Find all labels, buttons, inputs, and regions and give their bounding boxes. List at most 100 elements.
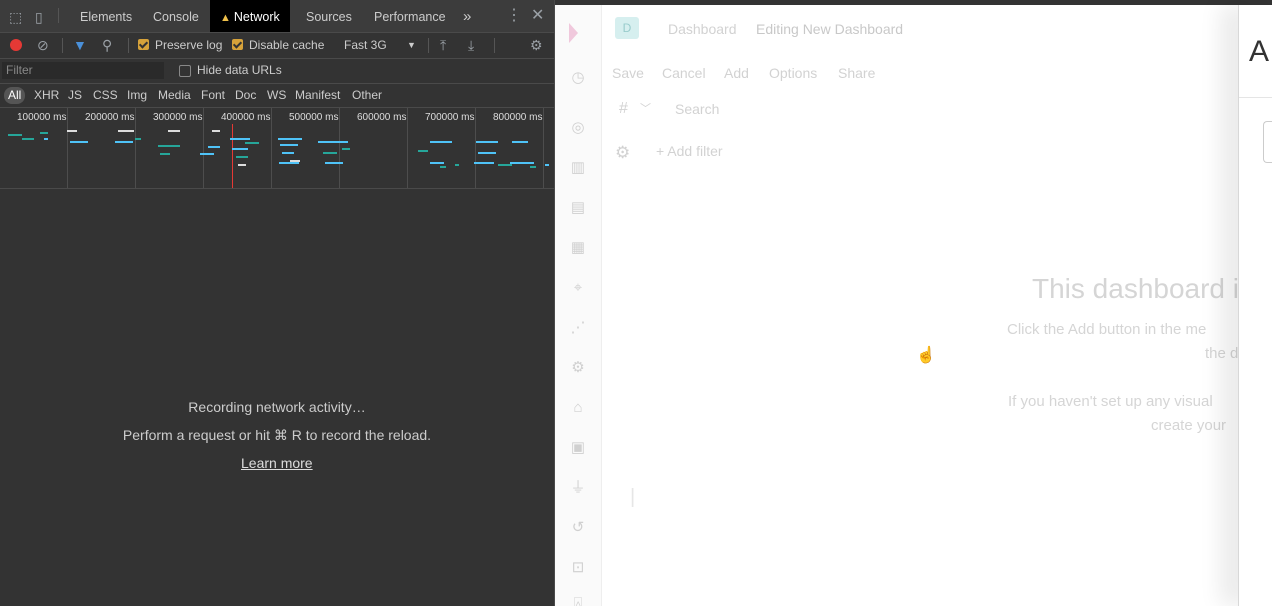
close-icon[interactable]: ✕ (531, 8, 544, 24)
monitoring-icon[interactable]: ⍓ (568, 595, 588, 606)
disable-cache-checkbox[interactable] (232, 39, 243, 50)
breadcrumb-dashboard[interactable]: Dashboard (668, 21, 737, 37)
share-button[interactable]: Share (838, 65, 875, 81)
type-img[interactable]: Img (125, 87, 149, 104)
visualize-icon[interactable]: ▥ (568, 159, 588, 177)
dev-tools-icon[interactable]: ↺ (568, 519, 588, 537)
apm-icon[interactable]: ▣ (568, 439, 588, 457)
import-har-icon[interactable]: ⤒ (440, 37, 446, 53)
uptime-icon[interactable]: ⏚ (568, 479, 588, 497)
record-icon[interactable] (10, 39, 22, 51)
discover-compass-icon[interactable]: ◎ (568, 119, 588, 137)
export-har-icon[interactable]: ⤓ (468, 37, 474, 53)
timeline-tick-label: 400000 ms (221, 112, 271, 123)
divider (494, 38, 495, 53)
timeline-request-bar (22, 138, 34, 140)
reload-hint-text: Perform a request or hit ⌘ R to record t… (122, 427, 432, 443)
timeline-request-bar (158, 145, 180, 147)
space-avatar[interactable]: D (615, 17, 639, 39)
timeline-tick-label: 200000 ms (85, 112, 135, 123)
add-panel-button[interactable]: Add (724, 65, 749, 81)
type-all[interactable]: All (4, 87, 26, 104)
ml-icon[interactable]: ⋰ (568, 319, 588, 337)
gear-icon[interactable]: ⚙ (615, 143, 630, 163)
tab-sources[interactable]: Sources (296, 0, 362, 32)
type-media[interactable]: Media (156, 87, 193, 104)
flyout-title: A (1249, 35, 1270, 68)
timeline-request-bar (8, 134, 22, 136)
timeline-request-bar (135, 138, 141, 140)
tab-console[interactable]: Console (143, 0, 209, 32)
tab-elements[interactable]: Elements (70, 0, 142, 32)
timeline-request-bar (160, 153, 170, 155)
timeline-request-bar (44, 138, 48, 140)
timeline-gridline (543, 108, 544, 188)
query-language-icon[interactable]: # (619, 100, 628, 118)
timeline-request-bar (512, 141, 528, 143)
chevron-down-icon[interactable]: ▼ (407, 40, 416, 50)
search-icon[interactable]: ⚲ (102, 37, 112, 53)
type-css[interactable]: CSS (91, 87, 120, 104)
timeline-request-bar (440, 166, 446, 168)
type-js[interactable]: JS (66, 87, 84, 104)
kebab-menu-icon[interactable]: ⋮ (506, 8, 522, 24)
type-other[interactable]: Other (350, 87, 384, 104)
timeline-tick-label: 300000 ms (153, 112, 203, 123)
flyout-search-field[interactable] (1263, 121, 1272, 163)
timeline-request-bar (236, 156, 248, 158)
options-button[interactable]: Options (769, 65, 817, 81)
security-icon[interactable]: ⊡ (568, 559, 588, 577)
timeline-request-bar (212, 130, 220, 132)
tab-network-label: Network (233, 10, 280, 24)
empty-dashboard-line4: create your (1151, 417, 1227, 434)
save-button[interactable]: Save (612, 65, 644, 81)
divider (428, 38, 429, 53)
hide-data-urls-checkbox[interactable] (179, 65, 191, 77)
timeline-request-bar (510, 162, 534, 164)
add-filter-button[interactable]: + Add filter (656, 143, 723, 159)
throttling-select[interactable]: Fast 3G (344, 38, 387, 52)
maps-icon[interactable]: ⌖ (568, 279, 588, 297)
timeline-request-bar (238, 164, 246, 166)
timeline-tick-label: 100000 ms (17, 112, 67, 123)
timeline-request-bar (282, 152, 294, 154)
timeline-request-bar (230, 138, 250, 140)
device-toolbar-icon[interactable]: ▯ (35, 9, 43, 25)
learn-more-link[interactable]: Learn more (241, 455, 313, 471)
timeline-gridline (475, 108, 476, 188)
search-input[interactable]: Search (675, 101, 719, 117)
tab-performance[interactable]: Performance (364, 0, 456, 32)
canvas-icon[interactable]: ▦ (568, 239, 588, 257)
type-ws[interactable]: WS (265, 87, 288, 104)
type-font[interactable]: Font (199, 87, 227, 104)
resize-handle[interactable]: | (630, 486, 635, 509)
timeline-request-bar (67, 130, 77, 132)
more-tabs-icon[interactable]: » (453, 0, 481, 32)
cancel-button[interactable]: Cancel (662, 65, 706, 81)
logs-icon[interactable]: ⌂ (568, 399, 588, 417)
network-overview-timeline[interactable]: 100000 ms 200000 ms 300000 ms 400000 ms … (0, 108, 554, 189)
timeline-request-bar (280, 144, 298, 146)
recent-icon[interactable]: ◷ (568, 69, 588, 87)
type-doc[interactable]: Doc (233, 87, 258, 104)
filter-icon[interactable]: ▼ (73, 37, 87, 53)
tab-network[interactable]: ▲ Network (210, 0, 290, 32)
divider (128, 38, 129, 53)
timeline-request-bar (325, 162, 343, 164)
type-manifest[interactable]: Manifest (293, 87, 342, 104)
inspect-element-icon[interactable]: ⬚ (9, 9, 22, 25)
kibana-logo-icon[interactable] (569, 23, 578, 43)
dashboard-icon[interactable]: ▤ (568, 199, 588, 217)
timeline-request-bar (498, 164, 512, 166)
gear-icon[interactable]: ⚙ (530, 37, 543, 53)
clear-icon[interactable]: ⊘ (37, 37, 49, 53)
timeline-request-bar (115, 141, 133, 143)
preserve-log-checkbox[interactable] (138, 39, 149, 50)
warning-icon: ▲ (220, 12, 231, 24)
chevron-down-icon[interactable]: ﹀ (640, 100, 651, 116)
empty-dashboard-title: This dashboard is (1032, 273, 1254, 304)
infrastructure-icon[interactable]: ⚙ (568, 359, 588, 377)
type-xhr[interactable]: XHR (32, 87, 61, 104)
timeline-request-bar (208, 146, 220, 148)
filter-input[interactable]: Filter (2, 62, 164, 79)
